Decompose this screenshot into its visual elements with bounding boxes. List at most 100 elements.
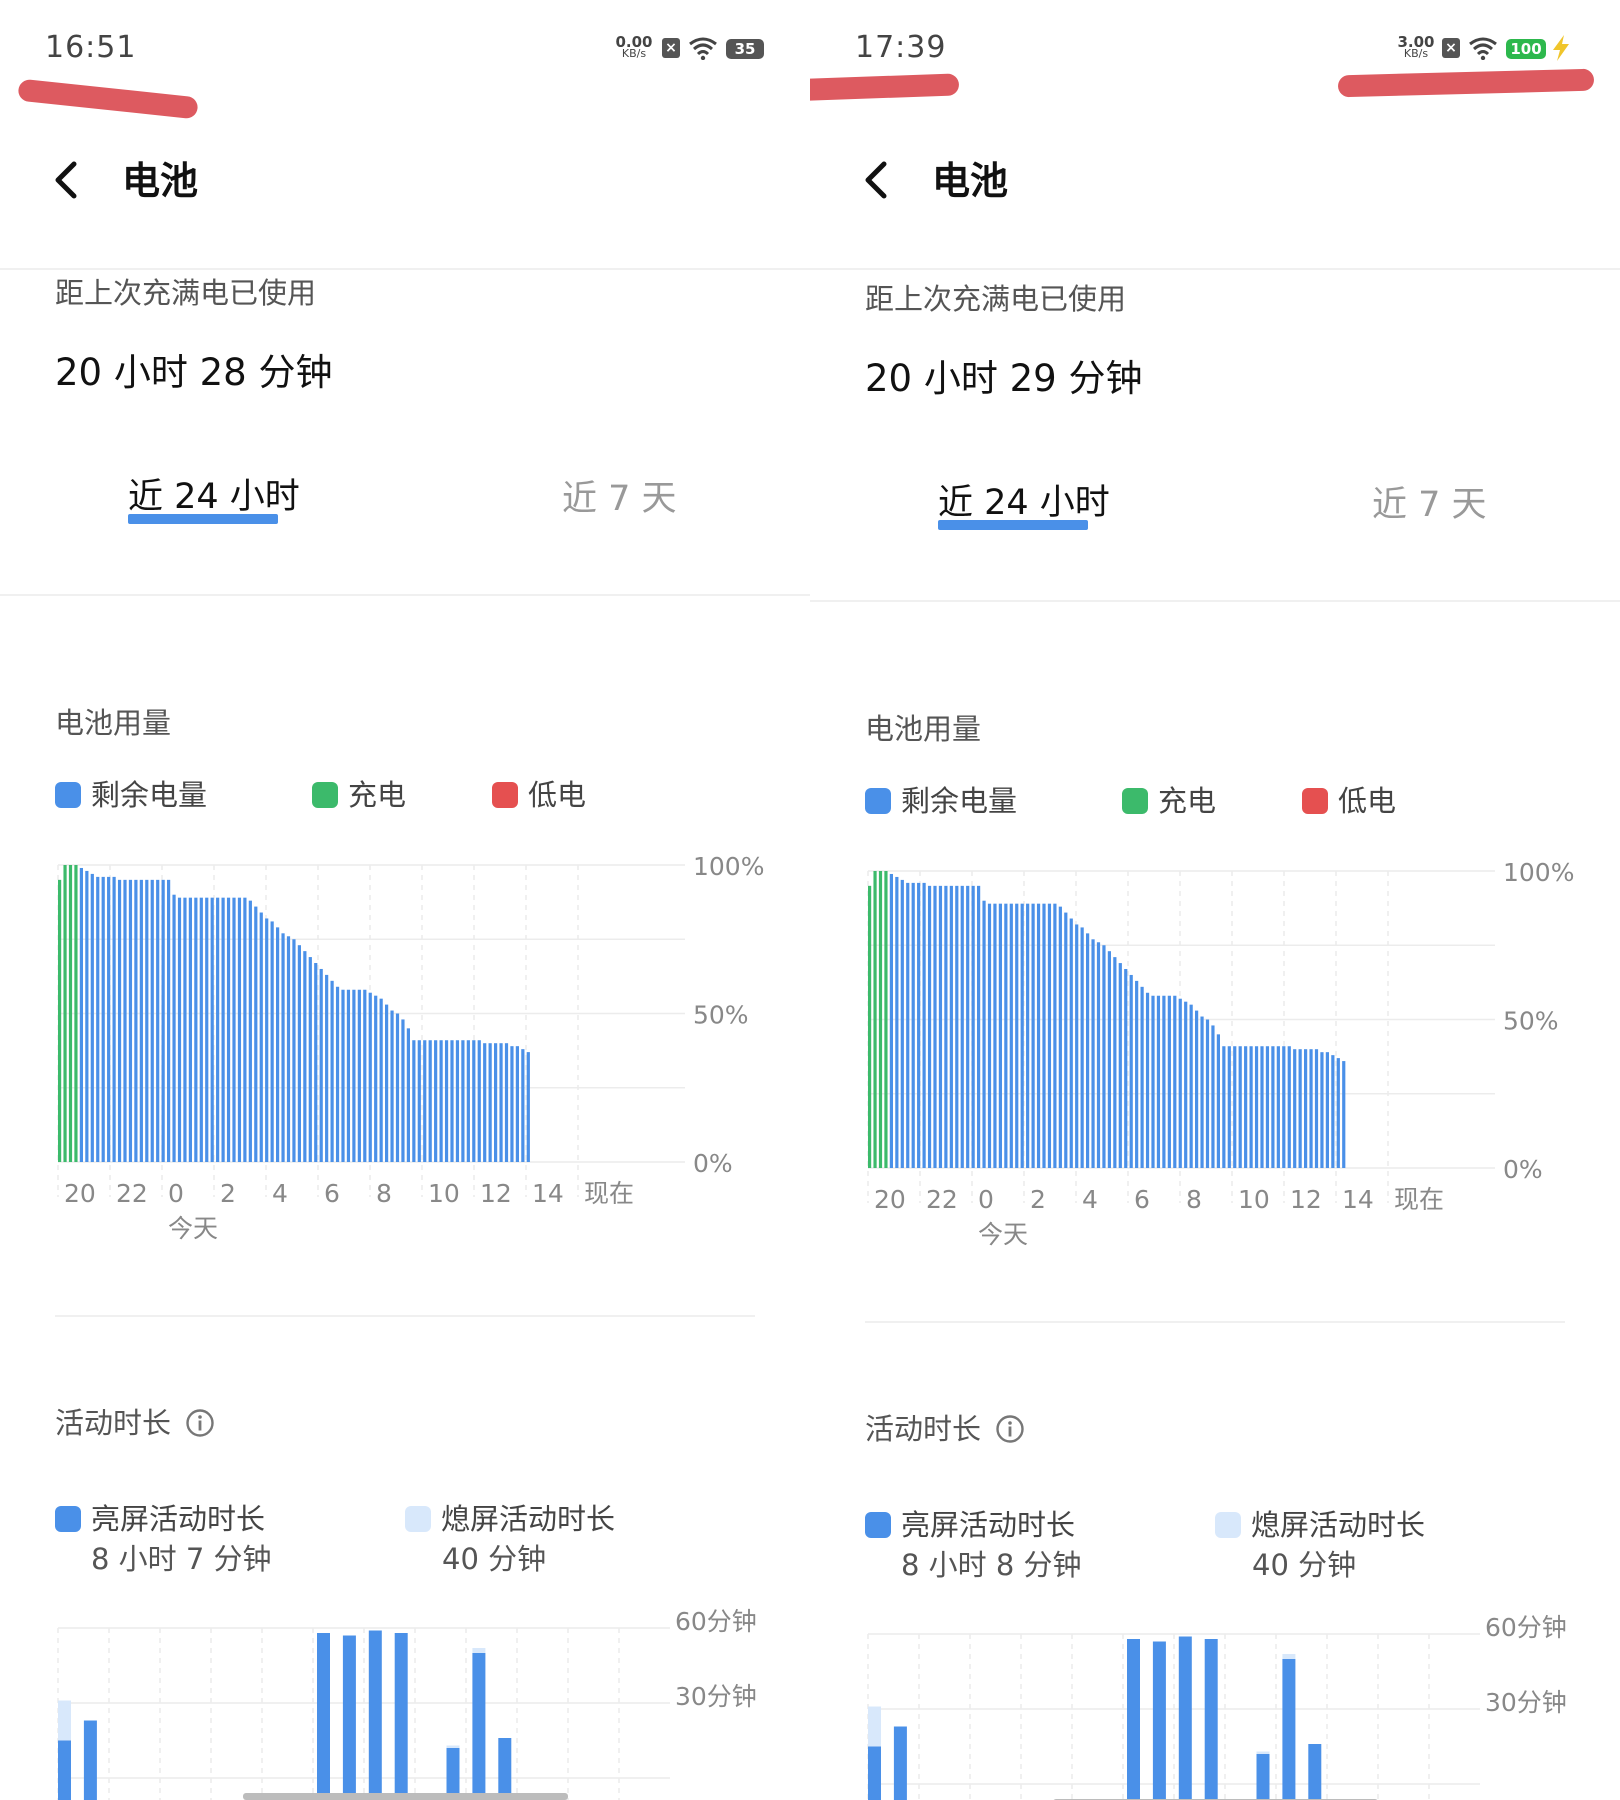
usage-bar bbox=[944, 885, 948, 1168]
back-arrow-icon[interactable] bbox=[860, 158, 894, 202]
usage-bar bbox=[1058, 906, 1062, 1168]
y-tick-label: 30分钟 bbox=[675, 1682, 757, 1711]
wifi-icon bbox=[1469, 37, 1497, 60]
usage-bar bbox=[466, 1040, 470, 1162]
usage-bar bbox=[444, 1040, 449, 1162]
usage-bar bbox=[1244, 1046, 1248, 1168]
legend-swatch bbox=[1302, 788, 1328, 814]
usage-bar bbox=[341, 989, 345, 1162]
since-full-value: 20 小时 28 分钟 bbox=[55, 351, 333, 394]
battery-usage-title: 电池用量 bbox=[865, 712, 982, 746]
battery-usage-title: 电池用量 bbox=[55, 706, 172, 740]
y-tick-label: 50% bbox=[693, 1001, 749, 1030]
info-icon[interactable] bbox=[995, 1414, 1025, 1444]
usage-bar bbox=[123, 879, 127, 1162]
y-tick-label: 50% bbox=[1503, 1007, 1559, 1036]
tab-24h[interactable]: 近 24 小时 bbox=[938, 474, 1110, 525]
usage-bar bbox=[933, 885, 937, 1168]
usage-bar bbox=[1064, 912, 1068, 1168]
page-title: 电池 bbox=[932, 159, 1009, 203]
usage-bar bbox=[1145, 992, 1150, 1168]
usage-bar bbox=[1151, 995, 1155, 1168]
usage-bar bbox=[1254, 1046, 1259, 1168]
tabs-divider bbox=[0, 594, 810, 596]
tab-7d[interactable]: 近 7 天 bbox=[1372, 476, 1487, 527]
usage-bar bbox=[346, 989, 351, 1162]
usage-bar bbox=[210, 897, 214, 1162]
usage-bar bbox=[483, 1043, 487, 1162]
screen-on-bar bbox=[446, 1748, 460, 1800]
usage-bar bbox=[1184, 1001, 1188, 1168]
screen-off-bar bbox=[472, 1648, 486, 1653]
y-tick-label: 30分钟 bbox=[1485, 1688, 1567, 1717]
activity-chart: 60分钟 30分钟 bbox=[57, 1607, 757, 1800]
usage-bar bbox=[1227, 1046, 1231, 1168]
back-arrow-icon[interactable] bbox=[50, 158, 84, 202]
usage-bar bbox=[232, 897, 236, 1162]
usage-bar bbox=[1271, 1046, 1275, 1168]
usage-bar bbox=[1026, 903, 1030, 1168]
x-tick-label: 22 bbox=[116, 1179, 148, 1208]
usage-bar bbox=[1309, 1049, 1313, 1168]
usage-bar bbox=[199, 897, 203, 1162]
usage-bar bbox=[884, 871, 888, 1168]
usage-bar bbox=[1020, 903, 1024, 1168]
tab-24h[interactable]: 近 24 小时 bbox=[128, 468, 300, 519]
usage-bar bbox=[265, 918, 269, 1162]
activity-chart: 60分钟 30分钟 bbox=[867, 1613, 1567, 1800]
usage-bar bbox=[987, 903, 992, 1168]
usage-bar bbox=[1140, 986, 1144, 1168]
usage-bar bbox=[172, 894, 176, 1162]
usage-bar bbox=[1222, 1046, 1226, 1168]
usage-bar bbox=[248, 900, 252, 1162]
usage-bar bbox=[221, 897, 225, 1162]
usage-bar bbox=[1205, 1019, 1210, 1168]
usage-bar bbox=[330, 980, 334, 1162]
usage-bar bbox=[335, 986, 340, 1162]
usage-bar bbox=[1102, 945, 1106, 1168]
usage-bar bbox=[308, 957, 312, 1162]
usage-bar bbox=[521, 1049, 525, 1162]
usage-bar bbox=[1031, 903, 1035, 1168]
legend-swatch bbox=[55, 1506, 81, 1532]
usage-bar bbox=[281, 933, 285, 1162]
x-tick-label: 10 bbox=[428, 1179, 460, 1208]
usage-bar bbox=[319, 968, 323, 1162]
x-tick-label: 0 bbox=[168, 1179, 184, 1208]
x-tick-label: 现在 bbox=[584, 1179, 634, 1208]
usage-bar bbox=[455, 1040, 460, 1162]
usage-bar bbox=[194, 897, 198, 1162]
usage-bar bbox=[1336, 1058, 1340, 1168]
usage-bar bbox=[1178, 998, 1182, 1168]
screen-on-bar bbox=[1282, 1659, 1296, 1800]
usage-bar bbox=[385, 1004, 389, 1162]
usage-bar bbox=[297, 945, 301, 1162]
usage-bar bbox=[374, 995, 378, 1162]
tab-7d[interactable]: 近 7 天 bbox=[562, 470, 677, 521]
x-tick-label: 14 bbox=[532, 1179, 564, 1208]
screen-on-bar bbox=[342, 1635, 356, 1800]
usage-bar bbox=[922, 882, 926, 1168]
usage-bar bbox=[477, 1040, 481, 1162]
usage-bar bbox=[1162, 995, 1166, 1168]
legend-screen-on: 亮屏活动时长 bbox=[865, 1502, 1075, 1544]
usage-bar bbox=[270, 921, 274, 1162]
usage-bar bbox=[1287, 1046, 1291, 1168]
legend-screen-off: 熄屏活动时长 bbox=[1215, 1502, 1425, 1544]
legend-screen-on: 亮屏活动时长 bbox=[55, 1496, 265, 1538]
usage-bar bbox=[90, 873, 94, 1162]
usage-bar bbox=[237, 897, 242, 1162]
usage-bar bbox=[79, 867, 83, 1162]
usage-bar bbox=[254, 906, 258, 1162]
x-tick-label: 22 bbox=[926, 1185, 958, 1214]
usage-bar bbox=[955, 885, 959, 1168]
screen-on-bar bbox=[472, 1653, 486, 1800]
info-icon[interactable] bbox=[185, 1408, 215, 1438]
usage-bar bbox=[177, 897, 182, 1162]
x-tick-label: 8 bbox=[1186, 1185, 1202, 1214]
usage-bar bbox=[395, 1013, 400, 1162]
usage-bar bbox=[1260, 1046, 1264, 1168]
usage-bar bbox=[1342, 1061, 1346, 1168]
legend-remaining: 剩余电量 bbox=[55, 772, 207, 814]
screen-on-bar bbox=[498, 1738, 512, 1800]
